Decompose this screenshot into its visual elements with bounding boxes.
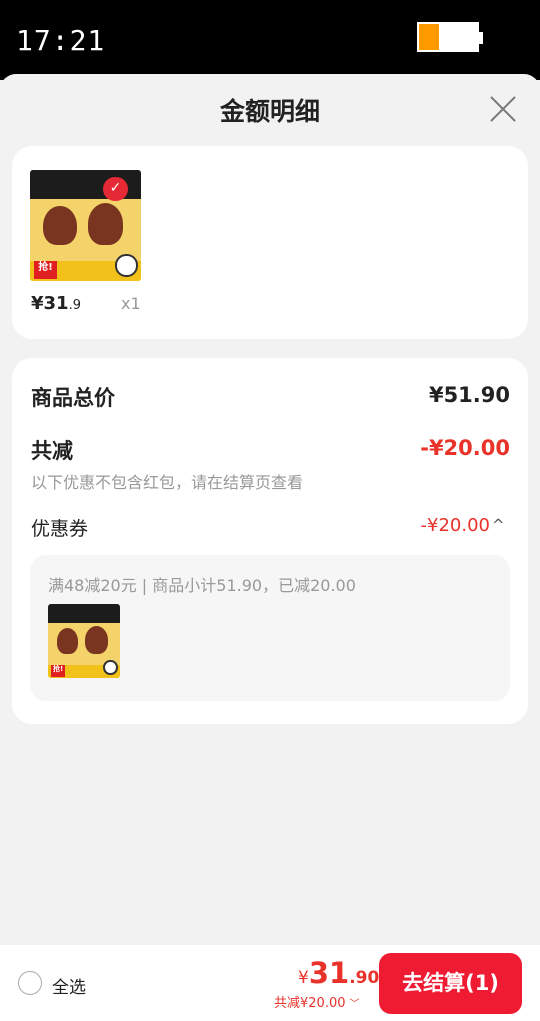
- status-time: 17:21: [16, 24, 106, 57]
- product-image[interactable]: 抢! ✓: [30, 170, 141, 281]
- product-price-dec: .9: [68, 298, 81, 313]
- bottom-price-int: 31: [308, 956, 350, 990]
- product-price: ¥31.9: [31, 293, 81, 314]
- coupon-image-meat: [56, 627, 79, 655]
- select-all-label[interactable]: 全选: [52, 973, 86, 998]
- mascot-icon: [115, 254, 138, 277]
- close-icon[interactable]: [486, 92, 520, 126]
- reduce-note: 以下优惠不包含红包，请在结算页查看: [31, 473, 304, 492]
- coupon-product-image: 抢!: [48, 604, 120, 678]
- chevron-down-icon[interactable]: ﹀: [350, 995, 360, 1010]
- coupon-image-header: [48, 604, 120, 624]
- total-label: 商品总价: [31, 386, 115, 410]
- bottom-price-dec: .90: [349, 968, 380, 988]
- sheet-title: 金额明细: [219, 97, 320, 126]
- status-bar: 17:21: [0, 0, 540, 80]
- product-quantity: x1: [121, 294, 141, 313]
- coupon-image-badge: 抢!: [50, 664, 66, 677]
- bottom-reduce-summary[interactable]: 共减¥20.00 ﹀: [274, 992, 360, 1011]
- chevron-up-icon[interactable]: ^: [492, 516, 508, 536]
- bottom-price-currency: ¥: [298, 968, 309, 988]
- coupon-label: 优惠券: [31, 518, 89, 540]
- mascot-icon: [103, 660, 118, 676]
- battery-icon: [417, 22, 483, 52]
- battery-level: [419, 24, 440, 50]
- product-image-meat: [43, 205, 77, 246]
- checkout-button[interactable]: 去结算(1): [379, 953, 522, 1014]
- reduce-value: -¥20.00: [420, 436, 510, 460]
- reduce-label: 共减: [31, 439, 73, 463]
- bottom-reduce-text: 共减¥20.00: [274, 996, 346, 1011]
- check-icon: ✓: [103, 176, 128, 202]
- product-image-badge: 抢!: [34, 261, 57, 279]
- product-price-currency: ¥: [31, 293, 44, 314]
- product-price-int: 31: [43, 293, 69, 314]
- coupon-value: -¥20.00: [420, 515, 490, 536]
- coupon-description: 满48减20元 | 商品小计51.90，已减20.00: [48, 576, 356, 595]
- total-value: ¥51.90: [428, 383, 510, 407]
- battery-tip: [479, 32, 483, 44]
- product-image-meat: [87, 203, 124, 246]
- select-all-radio[interactable]: [18, 971, 42, 995]
- bottom-total-price: ¥31.90: [298, 956, 379, 990]
- coupon-image-meat: [85, 626, 109, 655]
